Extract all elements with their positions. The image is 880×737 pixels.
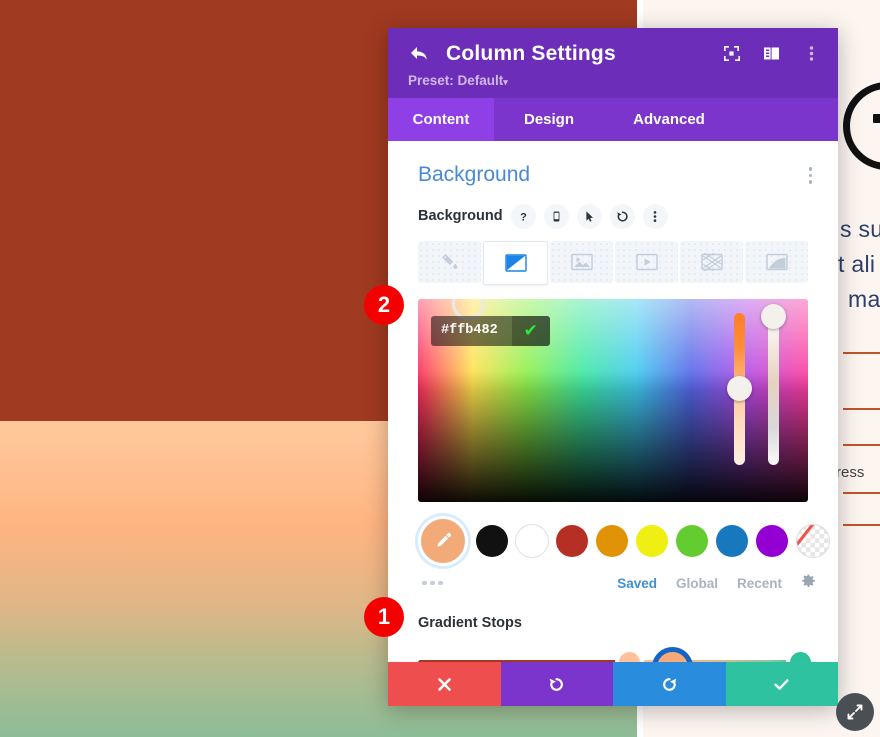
color-swatches (388, 502, 838, 566)
palette-tab-saved[interactable]: Saved (617, 576, 657, 591)
kebab-menu-icon[interactable] (802, 44, 820, 62)
doc-divider (843, 408, 880, 410)
hex-value[interactable]: #ffb482 (431, 316, 512, 346)
swatch-orange[interactable] (596, 524, 628, 557)
doc-divider (843, 352, 880, 354)
column-settings-modal: Column Settings Preset: Default▾ Content… (388, 28, 838, 706)
tab-design[interactable]: Design (494, 98, 604, 141)
modal-tabs: Content Design Advanced (388, 98, 838, 141)
palette-tab-recent[interactable]: Recent (737, 576, 782, 591)
bg-type-gradient[interactable] (483, 240, 548, 285)
background-field-label: Background (418, 208, 503, 224)
bg-type-pattern[interactable] (680, 240, 743, 283)
section-kebab-icon[interactable] (805, 163, 817, 188)
back-arrow-icon[interactable] (408, 43, 430, 65)
swatch-white[interactable] (516, 524, 548, 557)
swatch-purple[interactable] (756, 524, 788, 557)
doc-small-text: ress (836, 464, 865, 481)
gradient-stops-label: Gradient Stops (418, 614, 522, 631)
undo-button[interactable] (500, 662, 613, 706)
gradient-stops-slider[interactable]: 63% (418, 646, 812, 662)
cancel-button[interactable] (388, 662, 501, 706)
swatch-yellow[interactable] (636, 524, 668, 557)
gradient-stop-2-selected[interactable] (652, 646, 693, 662)
doc-text-line-1: s su (840, 216, 880, 242)
swatch-footer: Saved Global Recent (388, 566, 838, 593)
doc-divider (843, 444, 880, 446)
doc-divider (843, 492, 880, 494)
clock-center-dot-icon (873, 114, 880, 123)
tab-advanced[interactable]: Advanced (604, 98, 734, 141)
modal-title: Column Settings (446, 42, 616, 65)
palette-tabs: Saved Global Recent (617, 574, 816, 593)
gear-icon[interactable] (801, 574, 816, 593)
palette-tab-global[interactable]: Global (676, 576, 718, 591)
annotation-badge-1: 1 (364, 597, 404, 637)
doc-divider (843, 524, 880, 526)
bg-type-mask[interactable] (745, 240, 808, 283)
hover-cursor-icon[interactable] (576, 203, 602, 229)
alpha-slider-handle[interactable] (761, 303, 786, 329)
section-title: Background (418, 163, 531, 187)
resize-diagonal-icon[interactable] (836, 693, 874, 731)
doc-text-line-3: mag (848, 286, 880, 312)
redo-button[interactable] (613, 662, 726, 706)
modal-header-icons (722, 44, 820, 62)
bg-type-color-fill[interactable] (418, 240, 481, 283)
annotation-badge-2: 2 (364, 285, 404, 325)
panel-layout-icon[interactable] (762, 44, 780, 62)
hue-slider-handle[interactable] (727, 375, 752, 401)
doc-text-line-2: t ali (838, 251, 876, 277)
responsive-mobile-icon[interactable] (543, 203, 569, 229)
more-options-icon[interactable] (642, 203, 668, 229)
gradient-stops-track[interactable] (418, 659, 808, 662)
gradient-stop-3[interactable] (790, 651, 812, 662)
preset-selector[interactable]: Preset: Default▾ (408, 73, 818, 88)
help-icon[interactable]: ? (510, 203, 536, 229)
swatch-eyedropper[interactable] (418, 515, 468, 566)
gradient-stop-1[interactable] (618, 651, 640, 662)
modal-header: Column Settings Preset: Default▾ (388, 28, 838, 98)
hex-input-box[interactable]: #ffb482 ✔ (431, 315, 550, 346)
background-type-tabs (388, 229, 838, 285)
modal-body: Background Background ? #ffb482 ✔ Saved … (388, 141, 838, 662)
checkmark-icon[interactable]: ✔ (511, 315, 550, 346)
modal-footer (388, 662, 838, 706)
reset-icon[interactable] (609, 203, 635, 229)
swatch-red[interactable] (556, 524, 588, 557)
swatch-blue[interactable] (716, 524, 748, 557)
svg-text:?: ? (520, 211, 527, 223)
save-button[interactable] (725, 662, 838, 706)
section-header: Background (388, 141, 838, 188)
swatch-transparent[interactable] (796, 523, 830, 558)
fullscreen-icon[interactable] (722, 44, 740, 62)
preset-label: Preset: Default (408, 73, 504, 88)
color-picker-field[interactable]: #ffb482 ✔ (418, 298, 808, 502)
swatch-black[interactable] (476, 524, 508, 557)
more-swatches-icon[interactable] (422, 580, 443, 586)
bg-type-video[interactable] (615, 240, 678, 283)
bg-type-image[interactable] (550, 240, 613, 283)
tab-content[interactable]: Content (388, 98, 494, 141)
swatch-green[interactable] (676, 524, 708, 557)
background-field-row: Background ? (388, 188, 838, 229)
alpha-slider[interactable] (768, 312, 779, 465)
chevron-down-icon: ▾ (503, 77, 508, 87)
